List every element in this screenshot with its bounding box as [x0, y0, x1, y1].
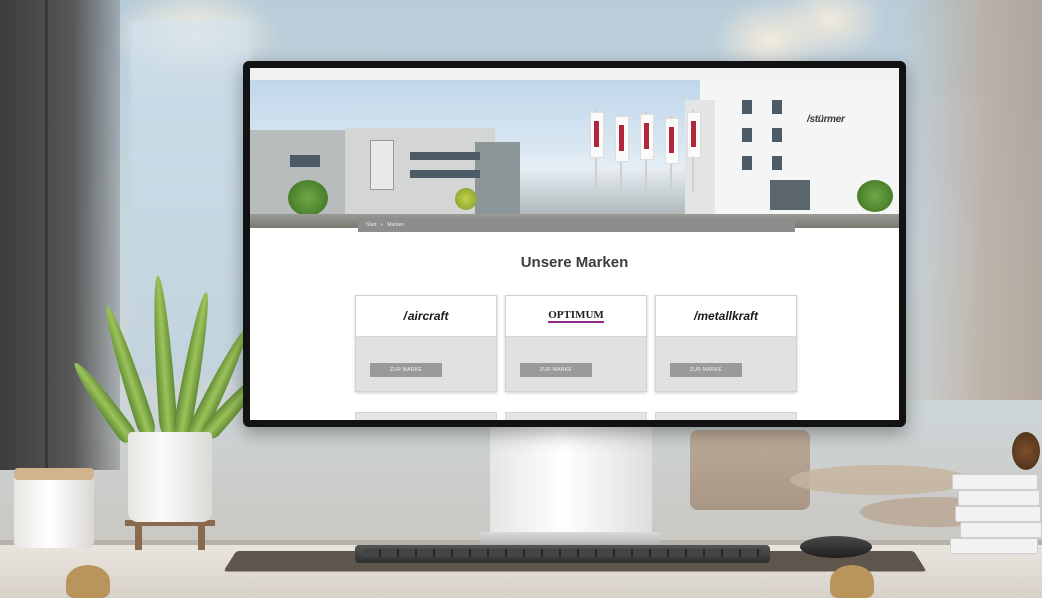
right-wall: [902, 0, 1042, 400]
brand-card-partial: [355, 412, 497, 420]
mouse: [800, 536, 872, 558]
window-light: [130, 20, 250, 380]
flag: [590, 112, 604, 158]
keyboard: [355, 545, 770, 563]
brand-card-aircraft: /aircraft ZUR MARKE: [355, 295, 497, 392]
tree: [288, 180, 328, 216]
brand-logo-metallkraft[interactable]: /metallkraft: [656, 296, 796, 337]
desk-knob: [66, 565, 110, 598]
flag: [665, 118, 679, 164]
brand-card-optimum: OPTIMUM ZUR MARKE: [505, 295, 647, 392]
hero-building-sign: /stürmer: [807, 114, 845, 125]
site-top-bar: [250, 68, 899, 80]
flag: [640, 114, 654, 160]
zur-marke-button[interactable]: ZUR MARKE: [520, 363, 592, 377]
page-title: Unsere Marken: [520, 254, 629, 271]
monitor-screen: /stürmer Start » Marken Unsere Marken /a…: [250, 68, 899, 420]
hero-image: /stürmer: [250, 80, 899, 228]
blurred-chair: [690, 430, 810, 510]
desktop-monitor: /stürmer Start » Marken Unsere Marken /a…: [243, 61, 906, 427]
brand-logo-optimum[interactable]: OPTIMUM: [506, 296, 646, 337]
zur-marke-button[interactable]: ZUR MARKE: [670, 363, 742, 377]
monitor-stand-foot: [480, 532, 660, 544]
plant-pot: [128, 432, 212, 522]
tree: [455, 188, 477, 210]
monitor-stand: [490, 422, 652, 540]
breadcrumb: Start » Marken: [358, 218, 795, 232]
pinecone: [1012, 432, 1040, 470]
brand-card-partial: [505, 412, 647, 420]
brand-card-metallkraft: /metallkraft ZUR MARKE: [655, 295, 797, 392]
breadcrumb-current: Marken: [387, 222, 405, 228]
blurred-table: [790, 465, 970, 495]
ceramic-jar: [14, 470, 94, 548]
breadcrumb-home[interactable]: Start: [366, 222, 377, 228]
brand-logo-aircraft[interactable]: /aircraft: [356, 296, 496, 337]
jar-lid: [14, 468, 94, 480]
brand-card-partial: [655, 412, 797, 420]
breadcrumb-separator: »: [380, 222, 384, 228]
flag: [687, 112, 701, 158]
building-glass: [475, 142, 520, 214]
desk-knob: [830, 565, 874, 598]
zur-marke-button[interactable]: ZUR MARKE: [370, 363, 442, 377]
flag: [615, 116, 629, 162]
tree: [857, 180, 893, 212]
